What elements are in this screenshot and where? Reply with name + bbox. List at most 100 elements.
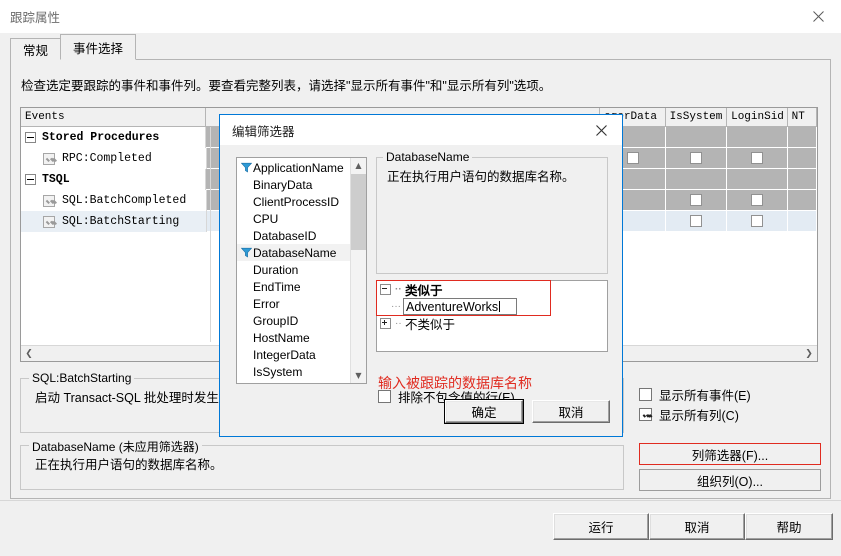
list-item[interactable]: HostName bbox=[237, 329, 350, 346]
event-checkbox[interactable] bbox=[43, 152, 55, 165]
grid-header-issystem[interactable]: IsSystem bbox=[665, 108, 728, 127]
grid-cell[interactable] bbox=[727, 127, 788, 148]
grid-cell[interactable] bbox=[727, 148, 788, 169]
grid-cell[interactable] bbox=[787, 211, 817, 232]
column-checkbox[interactable] bbox=[690, 152, 703, 164]
grid-column-divider bbox=[210, 127, 211, 342]
scrollbar-thumb[interactable] bbox=[351, 174, 366, 250]
event-checkbox[interactable] bbox=[43, 215, 55, 228]
filter-condition-tree[interactable]: ·· 类似于 ··· AdventureWorks ·· 不类似于 bbox=[376, 280, 608, 352]
list-item[interactable]: IsSystem bbox=[237, 363, 350, 380]
column-info-text: 正在执行用户语句的数据库名称。 bbox=[35, 458, 223, 472]
cancel-button[interactable]: 取消 bbox=[649, 513, 745, 540]
grid-cell-name[interactable]: RPC:Completed bbox=[21, 148, 207, 169]
grid-cell[interactable] bbox=[787, 148, 817, 169]
list-item[interactable]: IntegerData bbox=[237, 346, 350, 363]
text-caret bbox=[499, 301, 501, 312]
list-item[interactable]: EndTime bbox=[237, 278, 350, 295]
show-all-events-checkbox[interactable]: 显示所有事件(E) bbox=[639, 385, 751, 404]
grid-row-label: SQL:BatchStarting bbox=[62, 215, 180, 228]
column-checkbox[interactable] bbox=[751, 152, 763, 164]
collapse-icon[interactable] bbox=[380, 284, 391, 295]
run-label: 运行 bbox=[588, 521, 614, 535]
list-item[interactable]: DatabaseID bbox=[237, 227, 350, 244]
grid-cell[interactable] bbox=[787, 169, 817, 190]
close-icon[interactable] bbox=[795, 0, 841, 32]
grid-cell[interactable] bbox=[787, 190, 817, 211]
edit-filter-dialog: 编辑筛选器 ApplicationName BinaryData ClientP… bbox=[219, 114, 623, 437]
column-checkbox[interactable] bbox=[690, 215, 703, 227]
tab-general-label: 常规 bbox=[23, 44, 49, 58]
list-item[interactable]: ClientProcessID bbox=[237, 193, 350, 210]
list-item[interactable]: GroupID bbox=[237, 312, 350, 329]
collapse-icon[interactable] bbox=[25, 174, 36, 185]
list-item[interactable]: Duration bbox=[237, 261, 350, 278]
tab-events-selection[interactable]: 事件选择 bbox=[60, 34, 137, 60]
filter-value-input[interactable]: AdventureWorks bbox=[403, 298, 517, 315]
column-checkbox[interactable] bbox=[690, 194, 703, 206]
grid-header-loginsid[interactable]: LoginSid bbox=[727, 108, 788, 127]
column-filters-button[interactable]: 列筛选器(F)... bbox=[639, 443, 821, 465]
grid-cell[interactable] bbox=[787, 127, 817, 148]
show-all-columns-checkbox[interactable]: 显示所有列(C) bbox=[639, 405, 739, 424]
filter-list-scrollbar[interactable]: ▲ ▼ bbox=[350, 158, 366, 383]
filter-description-text: 正在执行用户语句的数据库名称。 bbox=[387, 170, 575, 184]
scroll-up-icon[interactable]: ▲ bbox=[351, 158, 366, 173]
grid-cell[interactable] bbox=[665, 211, 728, 232]
grid-cell-name[interactable]: TSQL bbox=[21, 169, 207, 190]
tree-connector: ·· bbox=[395, 318, 402, 329]
checkbox-box[interactable] bbox=[639, 388, 652, 401]
tree-node-like[interactable]: ·· 类似于 bbox=[377, 281, 607, 298]
list-item[interactable]: CPU bbox=[237, 210, 350, 227]
organize-columns-label: 组织列(O)... bbox=[697, 474, 763, 489]
checkbox-box[interactable] bbox=[378, 390, 391, 403]
list-item[interactable]: ApplicationName bbox=[237, 159, 350, 176]
help-button[interactable]: 帮助 bbox=[745, 513, 833, 540]
show-all-columns-label: 显示所有列(C) bbox=[659, 409, 739, 423]
grid-cell[interactable] bbox=[665, 190, 728, 211]
grid-cell[interactable] bbox=[727, 190, 788, 211]
organize-columns-button[interactable]: 组织列(O)... bbox=[639, 469, 821, 491]
tree-node-like-value[interactable]: ··· AdventureWorks bbox=[377, 298, 607, 315]
close-icon[interactable] bbox=[580, 115, 622, 145]
scroll-down-icon[interactable]: ▼ bbox=[351, 368, 366, 383]
event-checkbox[interactable] bbox=[43, 194, 55, 207]
list-item-label: IntegerData bbox=[253, 347, 316, 362]
grid-cell[interactable] bbox=[727, 169, 788, 190]
column-checkbox[interactable] bbox=[626, 152, 639, 164]
grid-header-events[interactable]: Events bbox=[21, 108, 207, 127]
grid-cell-name[interactable]: Stored Procedures bbox=[21, 127, 207, 148]
list-item-label: BinaryData bbox=[253, 177, 313, 192]
column-checkbox[interactable] bbox=[751, 215, 763, 227]
grid-cell[interactable] bbox=[665, 148, 728, 169]
grid-row-label: RPC:Completed bbox=[62, 152, 152, 165]
grid-cell-name[interactable]: SQL:BatchCompleted bbox=[21, 190, 207, 211]
tree-node-notlike[interactable]: ·· 不类似于 bbox=[377, 315, 607, 332]
chevron-right-icon[interactable]: ❯ bbox=[801, 349, 817, 359]
run-button[interactable]: 运行 bbox=[553, 513, 649, 540]
grid-cell[interactable] bbox=[665, 127, 728, 148]
list-item-label: EndTime bbox=[253, 279, 301, 294]
dialog-ok-button[interactable]: 确定 bbox=[444, 399, 524, 424]
grid-cell[interactable] bbox=[665, 169, 728, 190]
tab-general[interactable]: 常规 bbox=[10, 38, 62, 60]
column-checkbox[interactable] bbox=[751, 194, 763, 206]
list-item[interactable]: BinaryData bbox=[237, 176, 350, 193]
checkbox-box[interactable] bbox=[639, 408, 652, 421]
column-info-legend: DatabaseName (未应用筛选器) bbox=[29, 438, 202, 455]
chevron-left-icon[interactable]: ❮ bbox=[21, 349, 37, 359]
grid-cell[interactable] bbox=[727, 211, 788, 232]
event-info-text: 启动 Transact-SQL 批处理时发生。 bbox=[35, 391, 232, 405]
grid-cell-name[interactable]: SQL:BatchStarting bbox=[21, 211, 207, 232]
list-item-label: IsSystem bbox=[253, 364, 303, 379]
list-item-selected[interactable]: DatabaseName bbox=[237, 244, 350, 261]
dialog-cancel-button[interactable]: 取消 bbox=[532, 400, 610, 423]
grid-header-nt[interactable]: NT bbox=[787, 108, 817, 127]
collapse-icon[interactable] bbox=[25, 132, 36, 143]
list-item[interactable]: Error bbox=[237, 295, 350, 312]
close-glyph bbox=[812, 10, 824, 22]
tree-node-notlike-label: 不类似于 bbox=[405, 318, 456, 332]
expand-icon[interactable] bbox=[380, 318, 391, 329]
filter-column-list[interactable]: ApplicationName BinaryData ClientProcess… bbox=[236, 157, 367, 384]
tabstrip: 常规 事件选择 bbox=[10, 34, 137, 60]
